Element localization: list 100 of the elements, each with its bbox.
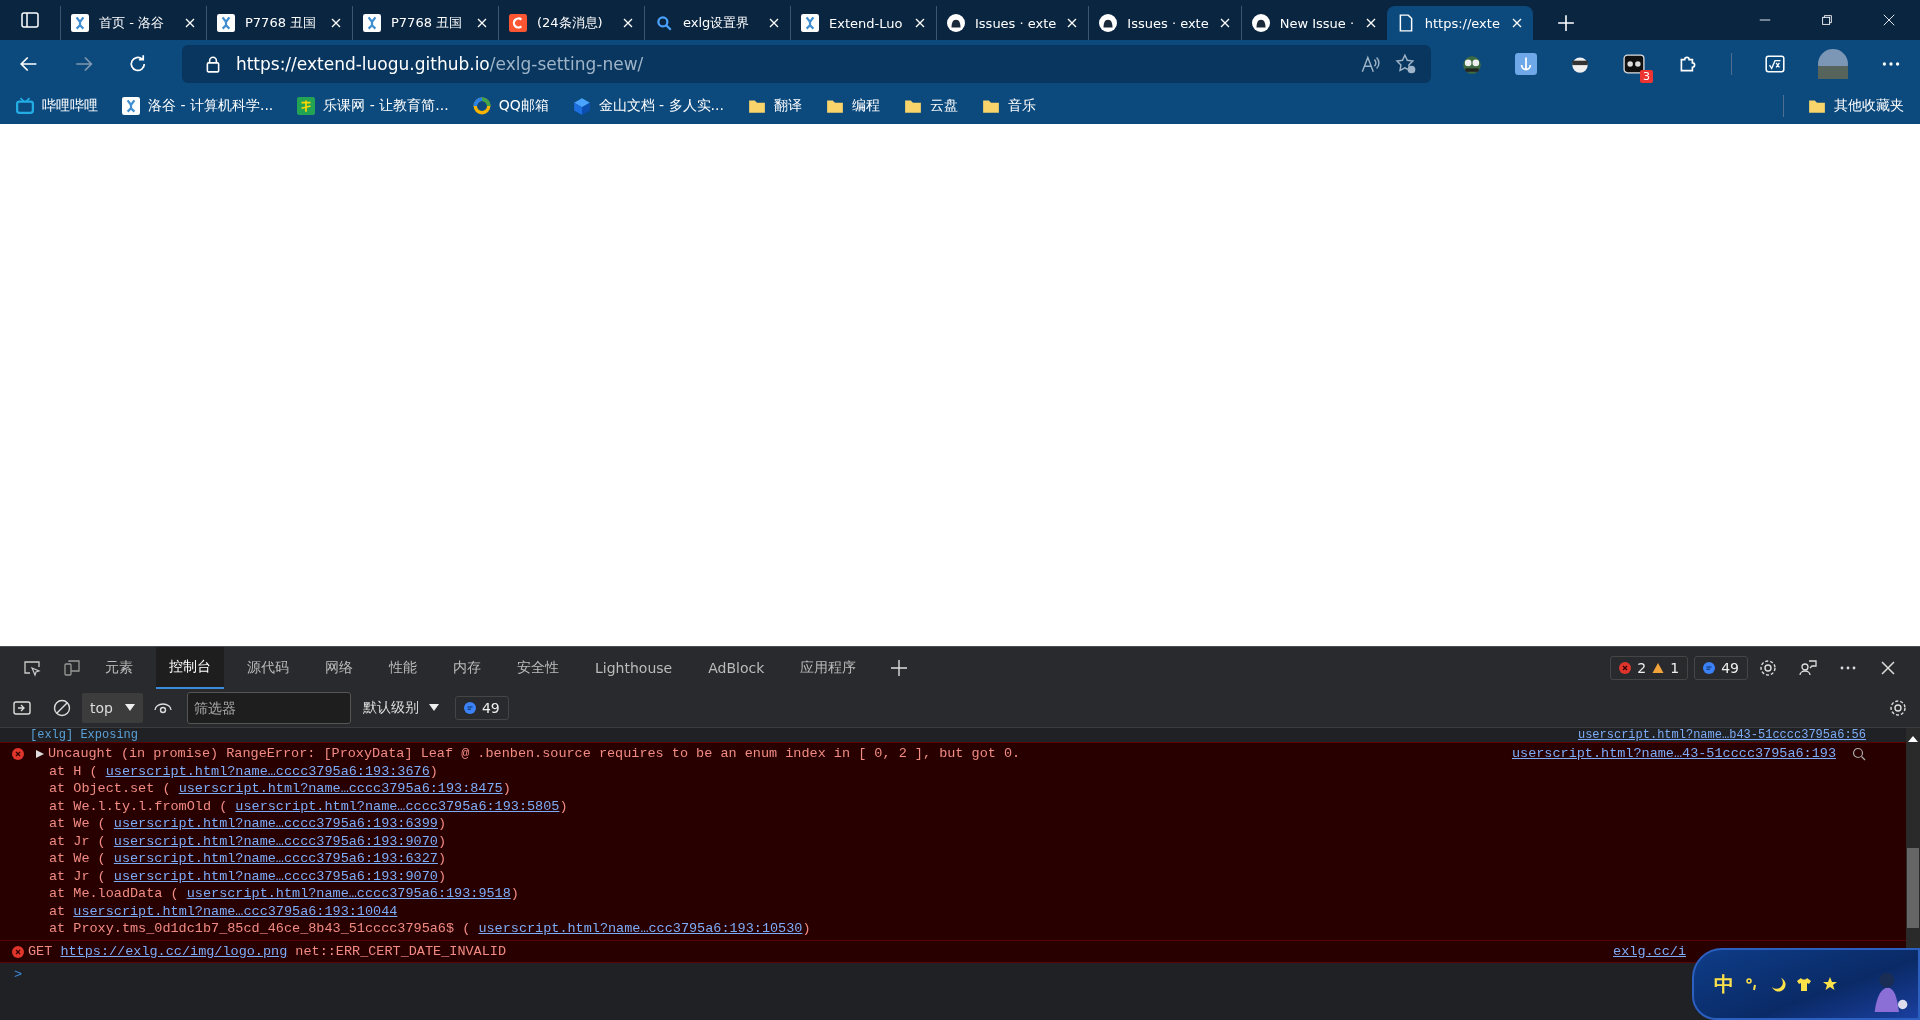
sidebar-toggle-icon[interactable]	[12, 698, 32, 718]
c-logo-icon	[509, 14, 527, 32]
stack-frame: at Jr ( userscript.html?name…cccc3795a6:193:9070)	[36, 867, 1906, 885]
tv-icon	[16, 97, 34, 115]
url-link[interactable]: https://exlg.cc/img/logo.png	[60, 943, 288, 959]
favorite-add-icon[interactable]	[1395, 53, 1417, 75]
source-link[interactable]: exlg.cc/i	[1613, 942, 1686, 960]
close-icon[interactable]	[1066, 17, 1079, 29]
filter-field[interactable]: 筛选器	[186, 692, 351, 724]
avatar-icon[interactable]	[1818, 49, 1848, 79]
ring-logo-icon	[472, 97, 491, 115]
bird-logo-icon	[217, 14, 235, 32]
close-icon[interactable]	[1218, 17, 1231, 29]
anchor-icon[interactable]	[1515, 53, 1537, 75]
feedback-icon[interactable]	[1798, 658, 1818, 678]
source-link[interactable]: userscript.html?name…cccc3795a6:193:6399	[113, 816, 438, 831]
source-link[interactable]: userscript.html?name…ccc3795a6:193:10530	[478, 921, 803, 936]
close-icon[interactable]	[330, 17, 342, 29]
message-counter[interactable]: 49	[454, 696, 509, 720]
count-badge: 3	[1640, 70, 1653, 83]
search-icon	[655, 14, 673, 32]
devtools-tab[interactable]: 内存	[440, 647, 494, 689]
close-icon[interactable]	[1882, 13, 1896, 27]
bookmark[interactable]: 乐课网 - 让教育简...	[297, 97, 449, 115]
devtools-tab[interactable]: 网络	[312, 647, 366, 689]
bookmark[interactable]: 洛谷 - 计算机科学...	[122, 97, 274, 115]
search-icon[interactable]	[1852, 746, 1866, 761]
device-icon[interactable]	[62, 658, 82, 678]
source-link[interactable]: userscript.html?name…cccc3795a6:193:3676	[105, 763, 430, 779]
bookmark[interactable]: 哔哩哔哩	[16, 97, 98, 115]
close-icon[interactable]	[768, 17, 780, 29]
add-tool-icon[interactable]	[889, 658, 910, 678]
bookmark[interactable]: 编程	[826, 97, 880, 115]
url-text: https://extend-luogu.github.io/exlg-setting-new/	[235, 54, 644, 74]
bookmark[interactable]: 翻译	[748, 97, 802, 115]
issue-counter[interactable]: 2 1	[1610, 656, 1689, 680]
prompt-caret: >	[14, 967, 23, 982]
level-dropdown[interactable]: 默认级别	[362, 699, 439, 717]
close-icon[interactable]	[1364, 17, 1377, 29]
error-count: 2	[1637, 660, 1647, 676]
bookmark[interactable]: 金山文档 - 多人实...	[572, 97, 724, 115]
stack-frame: at We ( userscript.html?name…cccc3795a6:193:6327)	[36, 850, 1906, 868]
address-bar[interactable]: https://extend-luogu.github.io/exlg-setting-new/	[181, 45, 1431, 83]
shirt-icon[interactable]	[1796, 976, 1812, 992]
error-icon	[1619, 662, 1632, 674]
scrollbar-thumb[interactable]	[1907, 848, 1919, 928]
close-icon[interactable]	[622, 17, 634, 29]
source-link[interactable]: userscript.html?name…b43-51cccc3795a6:56	[1577, 728, 1866, 742]
devtools-tab[interactable]: AdBlock	[695, 647, 778, 689]
clear-icon[interactable]	[52, 698, 72, 718]
source-link[interactable]: userscript.html?name…cccc3795a6:193:9070	[113, 833, 438, 849]
message-icon	[463, 702, 476, 714]
bookmark[interactable]: QQ邮箱	[472, 97, 549, 115]
expand-arrow-icon[interactable]	[36, 749, 44, 758]
square-logo-icon	[297, 97, 316, 115]
bookmark[interactable]: 音乐	[982, 97, 1036, 115]
source-link[interactable]: userscript.html?name…cccc3795a6:193:9518	[186, 886, 511, 901]
bookmark-folder[interactable]: 其他收藏夹	[1808, 97, 1904, 115]
goggles-icon[interactable]	[1461, 53, 1483, 75]
source-link[interactable]: userscript.html?name…cccc3795a6:193:8475	[178, 781, 503, 796]
message-counter[interactable]: 49	[1694, 656, 1748, 680]
context-dropdown[interactable]: top	[82, 693, 143, 723]
folder-icon	[748, 97, 766, 115]
restore-icon[interactable]	[1820, 13, 1834, 27]
devtools-tab[interactable]: 安全性	[504, 647, 572, 689]
devtools-tab[interactable]: Lighthouse	[582, 647, 686, 689]
read-aloud-icon[interactable]	[1359, 53, 1381, 75]
settings-icon[interactable]	[1758, 658, 1778, 678]
error-icon	[12, 945, 24, 958]
caret-icon	[428, 704, 439, 712]
log-message: [exlg] Exposing	[30, 728, 139, 742]
devtools-tab[interactable]: 应用程序	[787, 647, 870, 689]
new-tab-icon[interactable]	[1556, 14, 1575, 32]
devtools-tab[interactable]: 控制台	[156, 647, 224, 689]
scroll-up-icon[interactable]	[1908, 736, 1918, 742]
moon-icon[interactable]	[1770, 976, 1786, 992]
folder-icon	[982, 97, 1000, 115]
devtools-tab[interactable]: 性能	[376, 647, 430, 689]
bookmark[interactable]: 云盘	[904, 97, 958, 115]
source-link[interactable]: userscript.html?name…cccc3795a6:193:9070	[113, 868, 438, 884]
source-link[interactable]: userscript.html?name…43-51cccc3795a6:193	[1511, 745, 1836, 763]
star-icon[interactable]	[1822, 976, 1838, 992]
math-icon[interactable]	[1764, 53, 1786, 75]
close-icon[interactable]	[914, 17, 926, 29]
source-link[interactable]: userscript.html?name…cccc3795a6:193:5805	[235, 798, 560, 814]
error-message: Uncaught (in promise) RangeError: [ProxyData] Leaf @ .benben.source requires to be an enum index in [ 0, 2 ], but got 0.	[48, 745, 1021, 763]
close-icon[interactable]	[1510, 17, 1523, 29]
source-link[interactable]: userscript.html?name…cccc3795a6:193:6327	[113, 851, 438, 866]
devtools-tab[interactable]: 源代码	[234, 647, 302, 689]
inspect-icon[interactable]	[22, 658, 42, 678]
devtools-tab[interactable]: 元素	[92, 647, 146, 689]
close-icon[interactable]	[184, 17, 196, 29]
settings-icon[interactable]	[1888, 698, 1908, 718]
caret-icon	[124, 704, 135, 712]
source-link[interactable]: userscript.html?name…ccc3795a6:193:10044	[73, 903, 398, 919]
browser-tab[interactable]: https://exte	[1386, 6, 1533, 40]
tab-actions-icon[interactable]	[20, 10, 40, 30]
mask-icon[interactable]	[1623, 53, 1645, 75]
ime-toolbar[interactable]: 中	[1692, 948, 1920, 1020]
close-icon[interactable]	[476, 17, 488, 29]
